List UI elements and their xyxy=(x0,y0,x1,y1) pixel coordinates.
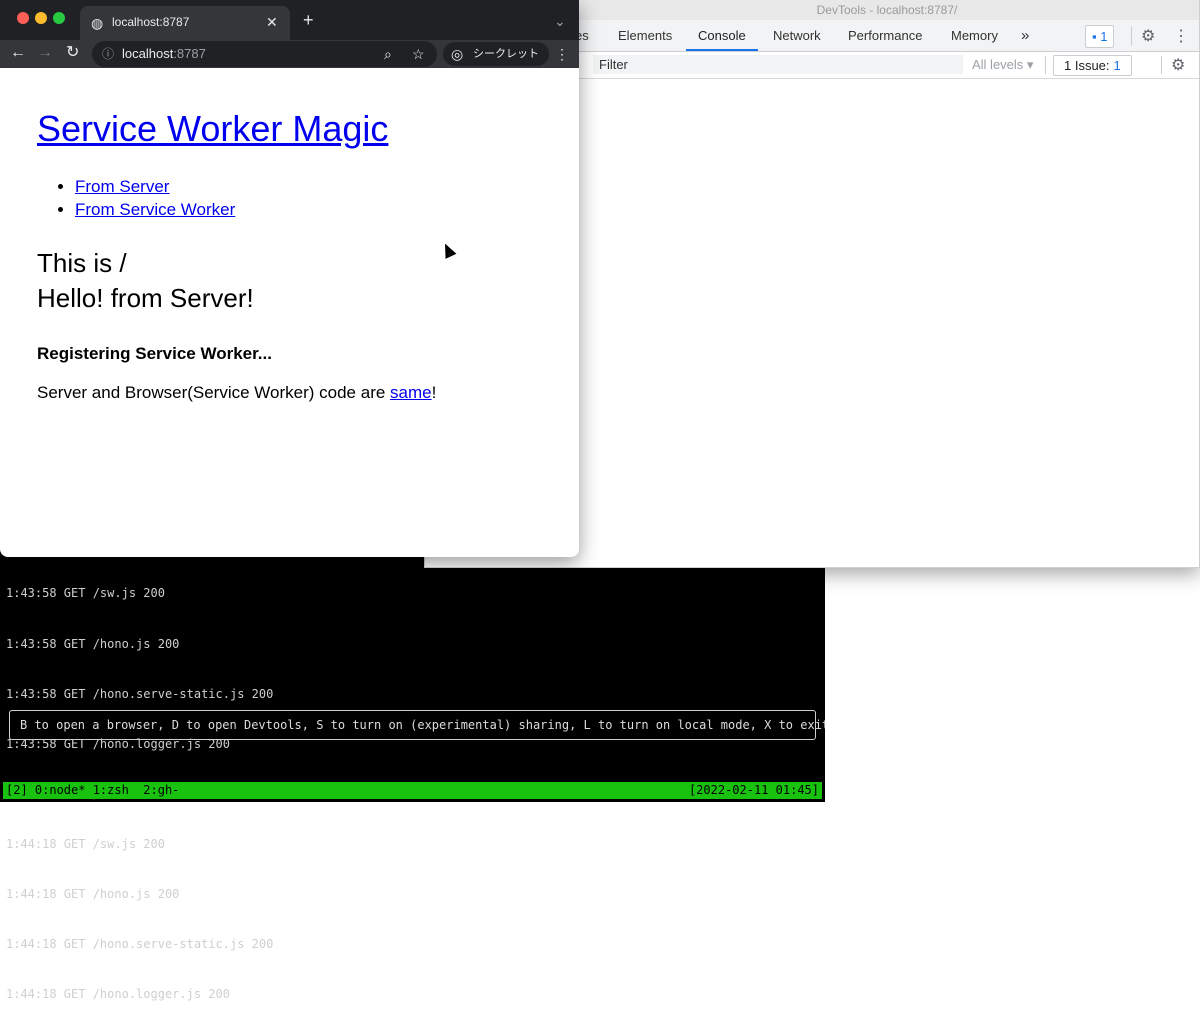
browser-menu-icon[interactable]: ⋮ xyxy=(555,47,569,61)
log-line: 1:44:18 GET /hono.serve-static.js 200 xyxy=(6,937,274,952)
desktop-background xyxy=(825,568,1200,802)
page-title-link[interactable]: Service Worker Magic xyxy=(37,108,388,150)
console-settings-gear-icon[interactable]: ⚙ xyxy=(1171,55,1185,75)
tmux-status-bar: [2] 0:node* 1:zsh 2:gh- [2022-02-11 01:4… xyxy=(3,782,822,799)
tab-memory[interactable]: Memory xyxy=(951,20,998,51)
zoom-icon[interactable]: ⌕ xyxy=(384,47,392,61)
tab-console[interactable]: Console xyxy=(686,20,758,51)
url-port: :8787 xyxy=(173,46,206,61)
log-line: 1:44:18 GET /sw.js 200 xyxy=(6,836,165,851)
info-icon[interactable]: ⓘ xyxy=(102,47,114,61)
bookmark-star-icon[interactable]: ☆ xyxy=(412,47,425,61)
more-tabs-icon[interactable]: » xyxy=(1021,20,1029,51)
url-host: localhost xyxy=(122,46,174,61)
registration-status: Registering Service Worker... xyxy=(37,344,272,363)
console-filter-input[interactable]: Filter xyxy=(593,55,963,74)
log-line: 1:44:18 GET /hono.logger.js 200 xyxy=(6,987,230,1002)
tab-title: localhost:8787 xyxy=(112,15,190,29)
list-item: From Service Worker xyxy=(75,198,235,221)
para-end: ! xyxy=(431,383,437,402)
back-arrow-icon[interactable]: ← xyxy=(10,45,26,61)
tab-network[interactable]: Network xyxy=(773,20,821,51)
mouse-cursor-icon xyxy=(439,241,457,259)
messages-count: 1 xyxy=(1100,29,1108,44)
nav-list: From Server From Service Worker xyxy=(37,175,235,221)
messages-badge[interactable]: ▪ 1 xyxy=(1085,25,1115,48)
hello-text: Hello! from Server! xyxy=(37,283,254,313)
log-line: 1:43:58 GET /hono.serve-static.js 200 xyxy=(6,686,274,701)
kebab-menu-icon[interactable]: ⋮ xyxy=(1173,26,1189,46)
settings-gear-icon[interactable]: ⚙ xyxy=(1141,26,1155,46)
para-text: Server and Browser(Service Worker) code … xyxy=(37,383,391,402)
tab-performance[interactable]: Performance xyxy=(848,20,922,51)
message-icon: ▪ xyxy=(1092,29,1097,44)
address-url: localhost:8787 xyxy=(122,46,206,61)
wrangler-hint-box: B to open a browser, D to open Devtools,… xyxy=(9,710,829,740)
tab-strip: ◍ localhost:8787 ✕ + ⌄ xyxy=(0,0,579,40)
from-server-link[interactable]: From Server xyxy=(75,177,169,196)
log-line: 1:44:18 GET /hono.js 200 xyxy=(6,887,180,902)
browser-tab[interactable]: ◍ localhost:8787 ✕ xyxy=(80,6,290,40)
issues-count: 1 xyxy=(1113,58,1121,73)
globe-icon: ◍ xyxy=(91,15,104,31)
terminal-window[interactable]: 1:43:58 GET /sw.js 200 1:43:58 GET /hono… xyxy=(0,548,829,1001)
log-levels-dropdown[interactable]: All levels ▾ xyxy=(972,55,1033,75)
issues-label: 1 Issue: xyxy=(1064,58,1110,73)
divider xyxy=(1161,56,1162,74)
browser-window[interactable]: ◍ localhost:8787 ✕ + ⌄ ← → ↻ ⓘ localhost… xyxy=(0,0,579,557)
incognito-icon: ◎ xyxy=(451,46,464,62)
tab-search-chevron-icon[interactable]: ⌄ xyxy=(554,14,566,28)
browser-toolbar: ← → ↻ ⓘ localhost:8787 ⌕ ☆ ◎ シークレット ⋮ xyxy=(0,40,579,68)
divider xyxy=(1131,26,1132,46)
incognito-indicator[interactable]: ◎ シークレット xyxy=(443,42,549,66)
path-text: This is / xyxy=(37,248,127,278)
from-service-worker-link[interactable]: From Service Worker xyxy=(75,200,235,219)
address-bar[interactable]: ⓘ localhost:8787 ⌕ ☆ xyxy=(92,41,437,67)
new-tab-icon[interactable]: + xyxy=(303,11,314,29)
forward-arrow-icon[interactable]: → xyxy=(37,45,53,61)
incognito-label: シークレット xyxy=(473,48,539,60)
tmux-windows[interactable]: [2] 0:node* 1:zsh 2:gh- xyxy=(6,782,179,799)
reload-icon[interactable]: ↻ xyxy=(66,45,79,61)
list-item: From Server xyxy=(75,175,235,198)
tab-elements[interactable]: Elements xyxy=(618,20,672,51)
info-paragraph: Server and Browser(Service Worker) code … xyxy=(37,383,436,403)
divider xyxy=(1045,56,1046,74)
close-tab-icon[interactable]: ✕ xyxy=(266,15,278,29)
minimize-window-button[interactable] xyxy=(35,12,47,24)
same-link[interactable]: same xyxy=(390,383,432,402)
issues-button[interactable]: 1 Issue: 1 xyxy=(1053,55,1132,76)
tmux-clock: [2022-02-11 01:45] xyxy=(688,783,819,797)
maximize-window-button[interactable] xyxy=(53,12,65,24)
close-window-button[interactable] xyxy=(17,12,29,24)
log-line: 1:43:58 GET /hono.js 200 xyxy=(6,636,180,651)
log-line: 1:43:58 GET /sw.js 200 xyxy=(6,586,165,601)
